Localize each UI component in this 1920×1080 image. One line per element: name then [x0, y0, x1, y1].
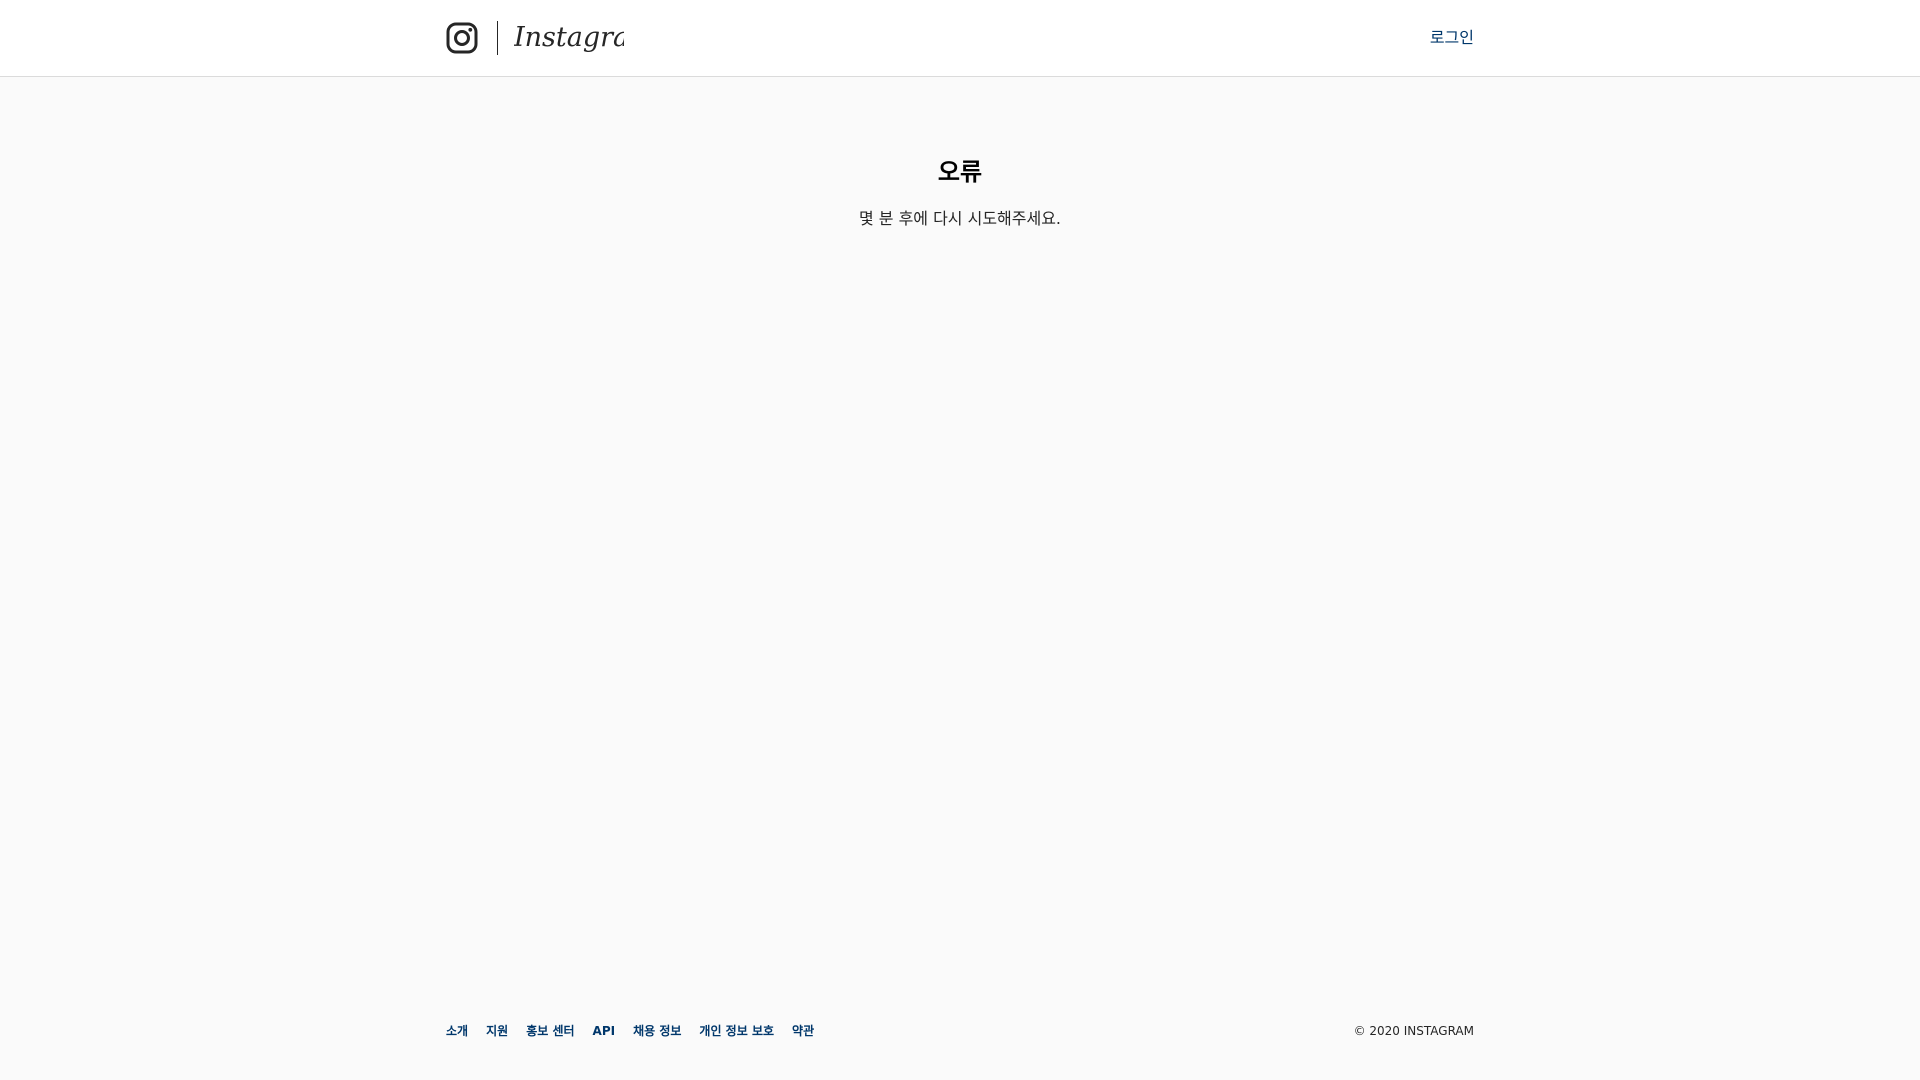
instagram-glyph-icon[interactable] — [446, 22, 478, 54]
error-message: 몇 분 후에 다시 시도해주세요. — [858, 209, 1062, 228]
footer-link-help[interactable]: 지원 — [486, 1021, 508, 1041]
footer-link-press[interactable]: 홍보 센터 — [526, 1021, 574, 1041]
footer-link-privacy[interactable]: 개인 정보 보호 — [699, 1021, 774, 1041]
footer-link-terms[interactable]: 약관 — [792, 1021, 814, 1041]
instagram-wordmark-logo[interactable]: Instagram — [514, 18, 624, 58]
copyright-text: © 2020 INSTAGRAM — [1353, 1024, 1474, 1038]
footer-link-jobs[interactable]: 채용 정보 — [633, 1021, 681, 1041]
footer-link-api[interactable]: API — [593, 1021, 616, 1041]
error-title: 오류 — [937, 158, 983, 186]
wordmark-text: Instagram — [514, 22, 624, 53]
footer: 소개 지원 홍보 센터 API 채용 정보 개인 정보 보호 약관 © 2020… — [446, 1021, 1474, 1041]
login-link[interactable]: 로그인 — [1430, 28, 1474, 48]
top-nav-inner: Instagram 로그인 — [446, 0, 1474, 77]
footer-link-about[interactable]: 소개 — [446, 1021, 468, 1041]
top-nav-bar: Instagram 로그인 — [0, 0, 1920, 77]
logo-divider — [497, 21, 498, 55]
footer-links: 소개 지원 홍보 센터 API 채용 정보 개인 정보 보호 약관 — [446, 1021, 814, 1041]
